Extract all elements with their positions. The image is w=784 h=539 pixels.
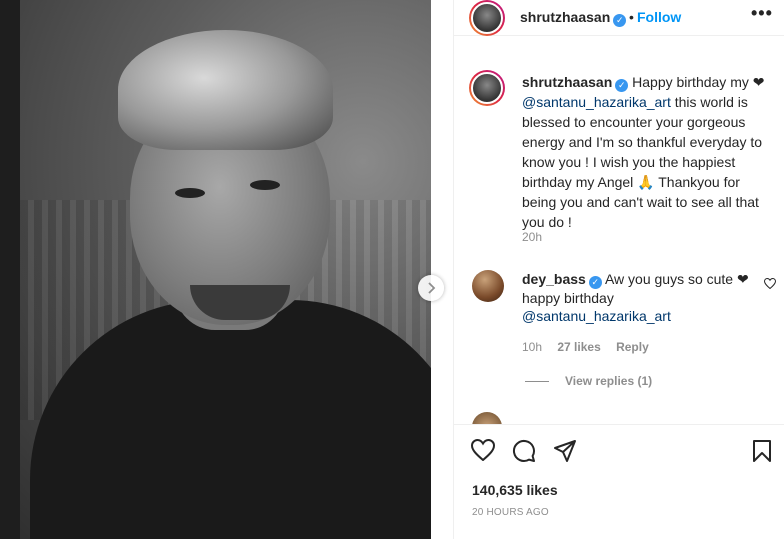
more-options-button[interactable]: ••• [751, 3, 773, 24]
photo-eye-left [175, 188, 205, 198]
bookmark-icon[interactable] [752, 439, 772, 463]
actions-bar: 140,635 likes 20 HOURS AGO [454, 424, 784, 539]
caption-text-after: this world is blessed to encounter your … [522, 94, 763, 230]
replies-line [525, 381, 549, 383]
next-photo-button[interactable] [418, 275, 444, 301]
instagram-post: shrutzhaasan ✓ • Follow ••• shrutzhaasan ✓… [0, 0, 784, 539]
post-header: shrutzhaasan ✓ • Follow ••• [454, 0, 784, 36]
comment-timestamp[interactable]: 10h [522, 340, 542, 354]
post-side-panel: shrutzhaasan ✓ • Follow ••• shrutzhaasan ✓… [453, 0, 784, 539]
commenter-avatar[interactable] [472, 270, 504, 302]
post-timestamp[interactable]: 20 HOURS AGO [472, 507, 549, 518]
comment-text: dey_bass ✓ Aw you guys so cute ❤ happy bi… [522, 270, 752, 325]
verified-badge-icon: ✓ [613, 14, 627, 27]
comment-reply-button[interactable]: Reply [616, 340, 649, 354]
verified-badge-icon: ✓ [588, 276, 602, 289]
likes-count[interactable]: 140,635 likes [472, 482, 558, 498]
author-username[interactable]: shrutzhaasan [520, 9, 610, 25]
author-username-row: shrutzhaasan ✓ [520, 9, 627, 27]
photo-eye-right [250, 180, 280, 190]
next-comment-avatar-partial [472, 412, 502, 424]
caption-avatar[interactable] [469, 70, 505, 106]
commenter-username[interactable]: dey_bass [522, 271, 586, 287]
follow-button[interactable]: Follow [637, 9, 681, 25]
caption-text: shrutzhaasan ✓ Happy birthday my ❤ @santa… [522, 72, 777, 232]
comment-likes-count[interactable]: 27 likes [557, 340, 600, 354]
photo-frame-edge [0, 0, 20, 539]
photo-hair [118, 30, 333, 150]
caption-text-before: Happy birthday my ❤ [628, 74, 765, 90]
author-avatar[interactable] [469, 0, 505, 36]
verified-badge-icon: ✓ [615, 79, 629, 92]
share-icon[interactable] [553, 439, 577, 463]
comment-mention-link[interactable]: @santanu_hazarika_art [522, 308, 671, 324]
post-photo[interactable] [0, 0, 453, 539]
comment-like-heart-icon[interactable] [764, 278, 776, 289]
view-replies-label: View replies (1) [565, 374, 653, 388]
view-replies-button[interactable]: View replies (1) [525, 374, 652, 388]
caption-mention-link[interactable]: @santanu_hazarika_art [522, 94, 671, 110]
comment-meta: 10h 27 likes Reply [522, 340, 661, 354]
caption-username[interactable]: shrutzhaasan [522, 74, 612, 90]
chevron-right-icon [428, 282, 436, 294]
caption-timestamp[interactable]: 20h [522, 230, 542, 244]
photo-divider [431, 0, 453, 539]
heart-icon[interactable] [471, 439, 495, 461]
separator-dot: • [629, 9, 634, 25]
comment-icon[interactable] [512, 439, 536, 463]
